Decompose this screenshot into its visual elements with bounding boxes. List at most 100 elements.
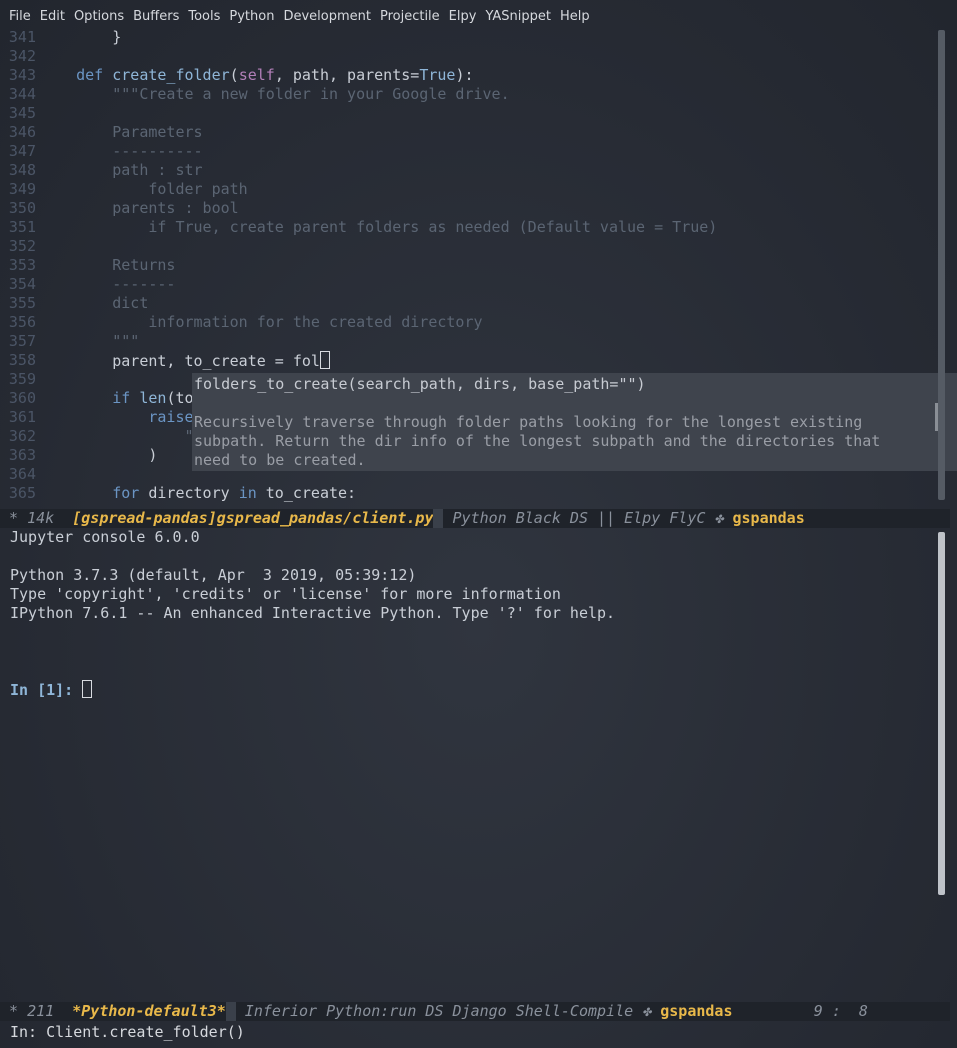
buffer-name[interactable]: *Python-default3*: [63, 1002, 226, 1020]
code-line: 358 parent, to_create = fol: [0, 351, 950, 370]
code-line: 353 Returns: [0, 256, 950, 275]
menu-buffers[interactable]: Buffers: [133, 9, 179, 24]
line-number: 344: [8, 85, 36, 103]
major-modes[interactable]: Inferior Python:run DS Django Shell-Comp…: [236, 1002, 642, 1020]
line-number: 365: [8, 484, 36, 502]
line-number: 351: [8, 218, 36, 236]
line-number: 342: [8, 47, 36, 65]
project-name[interactable]: gspandas: [660, 1002, 732, 1020]
code-line: 354 -------: [0, 275, 950, 294]
text-cursor: [82, 680, 93, 698]
menu-tools[interactable]: Tools: [188, 9, 220, 24]
line-number: 364: [8, 465, 36, 483]
buffer-state: * 14k: [0, 509, 64, 527]
code-text: dict: [112, 294, 149, 312]
line-number: 346: [8, 123, 36, 141]
code-text: def create_folder(self, path, parents=Tr…: [76, 66, 474, 84]
eldoc-popup: folders_to_create(search_path, dirs, bas…: [192, 373, 957, 471]
menu-python[interactable]: Python: [229, 9, 274, 24]
line-number: 355: [8, 294, 36, 312]
line-number: 352: [8, 237, 36, 255]
line-number: 363: [8, 446, 36, 464]
code-line: 343 def create_folder(self, path, parent…: [0, 66, 950, 85]
menu-edit[interactable]: Edit: [40, 9, 65, 24]
major-modes[interactable]: Python Black DS || Elpy FlyC: [443, 509, 714, 527]
project-icon: ✤: [642, 1002, 652, 1020]
code-line: 356 information for the created director…: [0, 313, 950, 332]
code-text: -------: [112, 275, 176, 293]
cursor-position: 9 : 8: [732, 1002, 868, 1020]
code-text: Parameters: [112, 123, 203, 141]
code-text: """Create a new folder in your Google dr…: [112, 85, 510, 103]
code-text: parent, to_create = fol: [40, 351, 330, 371]
popup-doc-line-1: Recursively traverse through folder path…: [194, 413, 863, 431]
popup-doc-line-2: subpath. Return the dir info of the long…: [194, 432, 881, 450]
console-scrollbar[interactable]: [938, 532, 945, 895]
code-text: path : str: [112, 161, 203, 179]
emacs-frame: File Edit Options Buffers Tools Python Develop…: [0, 0, 957, 1048]
code-line: 341 }: [0, 28, 950, 47]
code-text: if True, create parent folders as needed…: [148, 218, 718, 236]
code-text: information for the created directory: [148, 313, 483, 331]
echo-area: In: Client.create_folder(): [10, 1023, 245, 1041]
code-line: 351 if True, create parent folders as ne…: [0, 218, 950, 237]
popup-signature: folders_to_create(search_path, dirs, bas…: [194, 375, 646, 393]
menu-bar: File Edit Options Buffers Tools Python Develop…: [0, 4, 950, 28]
line-number: 362: [8, 427, 36, 445]
line-number: 353: [8, 256, 36, 274]
line-number: 348: [8, 161, 36, 179]
line-number: 357: [8, 332, 36, 350]
editor-scrollbar[interactable]: [938, 30, 945, 500]
editor-modeline: * 14k [gspread-pandas]gspread_pandas/cli…: [0, 509, 950, 528]
code-text: ----------: [112, 142, 203, 160]
code-line: 365 for directory in to_create:: [0, 484, 950, 503]
code-text: }: [40, 28, 122, 46]
code-line: 348 path : str: [0, 161, 950, 180]
menu-help[interactable]: Help: [560, 9, 590, 24]
python-console-pane[interactable]: Jupyter console 6.0.0 Python 3.7.3 (defa…: [0, 528, 950, 1002]
line-number: 343: [8, 66, 36, 84]
console-prompt-line[interactable]: In [1]:: [0, 680, 950, 699]
menu-options[interactable]: Options: [74, 9, 124, 24]
code-text: ): [40, 446, 158, 464]
modeline-separator: [433, 509, 444, 528]
line-number: 350: [8, 199, 36, 217]
popup-doc-line-3: need to be created.: [194, 451, 366, 469]
buffer-name[interactable]: [gspread-pandas]gspread_pandas/client.py: [63, 509, 433, 527]
code-line: 344 """Create a new folder in your Googl…: [0, 85, 950, 104]
code-line: 342: [0, 47, 950, 66]
console-line: IPython 7.6.1 -- An enhanced Interactive…: [10, 604, 616, 622]
line-number: 347: [8, 142, 36, 160]
code-text: parents : bool: [112, 199, 239, 217]
code-line: 355 dict: [0, 294, 950, 313]
line-number: 349: [8, 180, 36, 198]
code-line: 357 """: [0, 332, 950, 351]
line-number: 358: [8, 351, 36, 369]
line-number: 361: [8, 408, 36, 426]
menu-projectile[interactable]: Projectile: [380, 9, 440, 24]
project-name[interactable]: gspandas: [732, 509, 804, 527]
code-text: """: [112, 332, 140, 350]
menu-elpy[interactable]: Elpy: [449, 9, 477, 24]
project-icon: ✤: [714, 509, 724, 527]
line-number: 354: [8, 275, 36, 293]
menu-yasnippet[interactable]: YASnippet: [485, 9, 551, 24]
code-line: 350 parents : bool: [0, 199, 950, 218]
menu-development[interactable]: Development: [283, 9, 371, 24]
line-number: 360: [8, 389, 36, 407]
menu-file[interactable]: File: [9, 9, 31, 24]
line-number: 341: [8, 28, 36, 46]
code-line: 346 Parameters: [0, 123, 950, 142]
code-line: 345: [0, 104, 950, 123]
code-text: for directory in to_create:: [112, 484, 357, 502]
input-prompt: In [1]:: [10, 681, 83, 699]
console-line: Jupyter console 6.0.0: [10, 528, 200, 546]
line-number: 345: [8, 104, 36, 122]
line-number: 359: [8, 370, 36, 388]
code-text: Returns: [112, 256, 176, 274]
code-text: folder path: [148, 180, 248, 198]
